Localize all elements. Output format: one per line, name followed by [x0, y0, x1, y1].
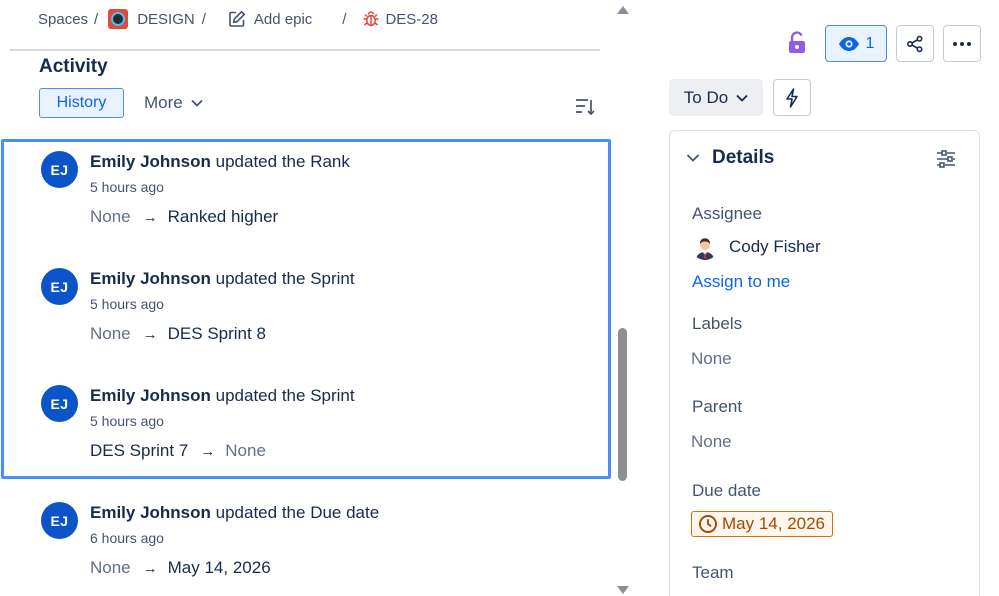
breadcrumb-separator: / [94, 10, 99, 28]
watch-button[interactable]: 1 [825, 25, 887, 62]
share-icon [906, 35, 923, 52]
clock-icon [699, 515, 717, 533]
share-button[interactable] [896, 25, 934, 62]
change-from: None [90, 324, 131, 343]
entry-change: None → May 14, 2026 [90, 558, 271, 578]
change-to: May 14, 2026 [167, 558, 271, 577]
entry-change: None → Ranked higher [90, 207, 278, 227]
tab-more-label: More [144, 93, 183, 112]
history-entry: EJ Emily Johnson updated the Sprint 5 ho… [41, 268, 601, 368]
arrow-right-icon: → [142, 559, 158, 577]
entry-heading: Emily Johnson updated the Rank [90, 152, 350, 172]
breadcrumb-project[interactable]: DESIGN [137, 11, 195, 28]
breadcrumb-spaces[interactable]: Spaces [38, 11, 88, 28]
breadcrumb: Spaces / DESIGN / Add epic / DES-28 [38, 9, 438, 29]
avatar[interactable]: EJ [41, 385, 78, 422]
configure-fields-icon[interactable] [935, 148, 957, 170]
restrictions-button[interactable] [783, 28, 811, 58]
status-dropdown[interactable]: To Do [669, 79, 763, 116]
project-avatar-icon [108, 9, 129, 29]
entry-user[interactable]: Emily Johnson [90, 503, 211, 522]
chevron-down-icon [736, 94, 748, 102]
due-date-lozenge[interactable]: May 14, 2026 [691, 511, 834, 537]
breadcrumb-add-epic[interactable]: Add epic [254, 11, 312, 28]
automation-button[interactable] [773, 79, 811, 116]
scroll-thumb[interactable] [618, 328, 627, 481]
lightning-icon [786, 87, 798, 108]
entry-timestamp: 6 hours ago [90, 530, 164, 546]
entry-action: updated the [210, 269, 311, 288]
entry-action: updated the [210, 503, 311, 522]
scroll-down-arrow-icon[interactable] [617, 586, 629, 594]
entry-user[interactable]: Emily Johnson [90, 386, 211, 405]
bug-icon [362, 10, 380, 28]
status-label: To Do [683, 87, 729, 107]
details-title: Details [712, 147, 775, 168]
breadcrumb-separator: / [342, 10, 347, 28]
entry-heading: Emily Johnson updated the Due date [90, 503, 379, 523]
history-entry: EJ Emily Johnson updated the Due date 6 … [41, 502, 601, 596]
arrow-right-icon: → [142, 325, 158, 343]
due-date-label: Due date [692, 481, 761, 500]
entry-action: updated the [210, 152, 311, 171]
more-horizontal-icon [953, 41, 971, 46]
sort-icon[interactable] [574, 96, 596, 118]
watch-count: 1 [865, 34, 875, 52]
avatar [692, 234, 718, 260]
change-from: None [90, 558, 131, 577]
more-actions-button[interactable] [943, 25, 981, 62]
change-to: DES Sprint 8 [167, 324, 266, 343]
unlock-icon [789, 31, 805, 53]
avatar[interactable]: EJ [41, 151, 78, 188]
entry-field: Due date [310, 503, 380, 522]
edit-icon [228, 10, 246, 28]
change-to: None [225, 441, 266, 460]
parent-label: Parent [692, 397, 743, 416]
assignee-field[interactable]: Cody Fisher [692, 234, 821, 260]
arrow-right-icon: → [200, 442, 216, 460]
header-divider [10, 49, 600, 51]
chevron-down-icon[interactable] [686, 150, 700, 168]
entry-field: Rank [310, 152, 350, 171]
scrollbar[interactable] [614, 0, 631, 596]
entry-timestamp: 5 hours ago [90, 413, 164, 429]
assign-to-me-link[interactable]: Assign to me [692, 272, 790, 292]
entry-user[interactable]: Emily Johnson [90, 269, 211, 288]
entry-timestamp: 5 hours ago [90, 179, 164, 195]
avatar[interactable]: EJ [41, 502, 78, 539]
change-to: Ranked higher [167, 207, 279, 226]
entry-field: Sprint [310, 269, 355, 288]
breadcrumb-separator: / [201, 10, 206, 28]
entry-action: updated the [210, 386, 311, 405]
activity-title: Activity [39, 56, 108, 77]
avatar[interactable]: EJ [41, 268, 78, 305]
activity-pane: Spaces / DESIGN / Add epic / DES-28 Acti… [0, 0, 632, 596]
tab-more[interactable]: More [144, 88, 203, 118]
tab-history[interactable]: History [39, 88, 124, 118]
entry-timestamp: 5 hours ago [90, 296, 164, 312]
chevron-down-icon [191, 99, 203, 107]
assignee-name: Cody Fisher [729, 237, 821, 256]
entry-user[interactable]: Emily Johnson [90, 152, 211, 171]
scroll-up-arrow-icon[interactable] [617, 6, 629, 14]
entry-change: DES Sprint 7 → None [90, 441, 266, 461]
labels-value[interactable]: None [691, 349, 732, 369]
due-date-value: May 14, 2026 [722, 514, 826, 533]
entry-heading: Emily Johnson updated the Sprint [90, 269, 355, 289]
labels-label: Labels [692, 314, 743, 333]
parent-value[interactable]: None [691, 432, 732, 452]
entry-heading: Emily Johnson updated the Sprint [90, 386, 355, 406]
breadcrumb-issue-key[interactable]: DES-28 [385, 11, 438, 28]
arrow-right-icon: → [142, 208, 158, 226]
history-entry: EJ Emily Johnson updated the Sprint 5 ho… [41, 385, 601, 485]
eye-icon [838, 36, 859, 51]
team-label: Team [692, 563, 734, 582]
change-from: DES Sprint 7 [90, 441, 189, 460]
entry-change: None → DES Sprint 8 [90, 324, 266, 344]
history-entry: EJ Emily Johnson updated the Rank 5 hour… [41, 151, 601, 251]
assignee-label: Assignee [692, 204, 762, 223]
change-from: None [90, 207, 131, 226]
entry-field: Sprint [310, 386, 355, 405]
